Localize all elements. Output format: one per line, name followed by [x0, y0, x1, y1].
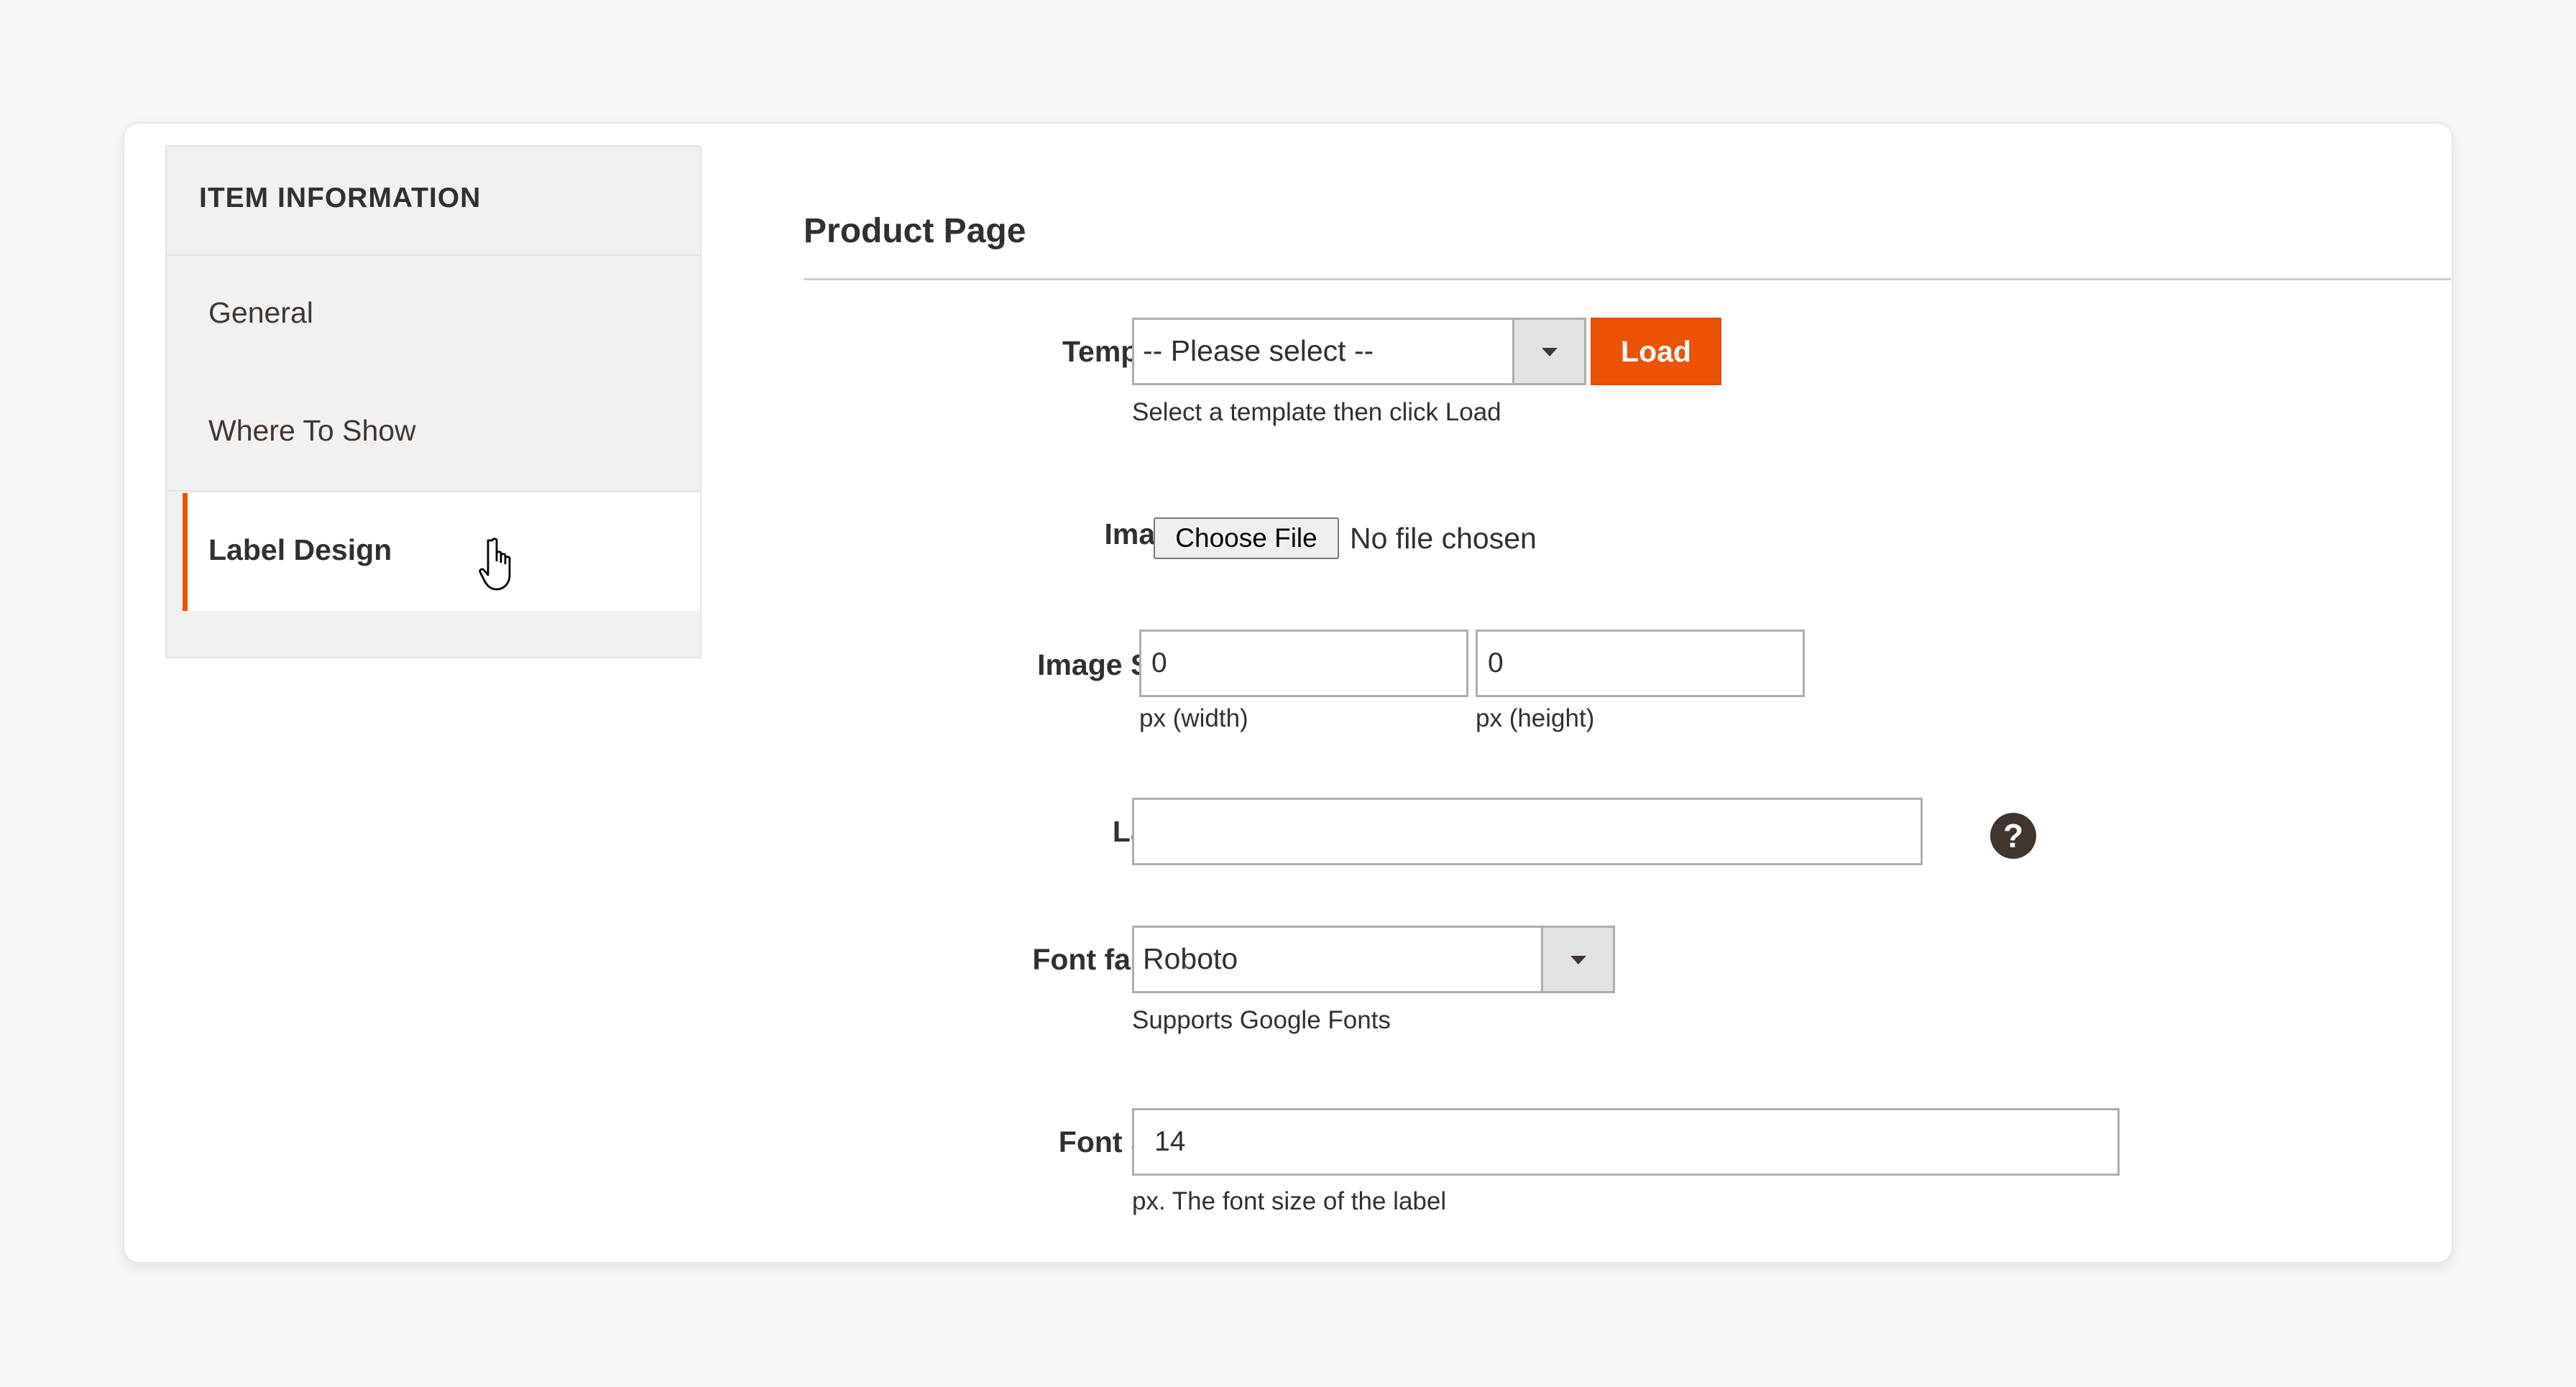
sidebar-header: ITEM INFORMATION [167, 147, 700, 256]
sidebar-item-label: Where To Show [208, 414, 416, 447]
sidebar-item-label-design[interactable]: Label Design [183, 493, 700, 611]
font-size-input[interactable]: 14 [1132, 1108, 2120, 1176]
label-input[interactable] [1132, 798, 1923, 865]
image-height-value: 0 [1488, 648, 1504, 678]
file-status: No file chosen [1350, 522, 1537, 555]
font-size-value: 14 [1154, 1126, 1186, 1157]
font-family-select-value: Roboto [1143, 942, 1238, 975]
question-circle-icon[interactable]: ? [1990, 813, 2036, 859]
font-family-note: Supports Google Fonts [1132, 1006, 1391, 1034]
sidebar-item-general[interactable]: General [167, 256, 700, 374]
image-width-note: px (width) [1139, 704, 1248, 732]
template-note: Select a template then click Load [1132, 398, 1501, 426]
load-button[interactable]: Load [1591, 318, 1721, 385]
hand-pointer-icon [479, 538, 511, 591]
sidebar-title: ITEM INFORMATION [199, 183, 482, 213]
item-information-panel: ITEM INFORMATION General Where To Show L… [123, 122, 2453, 1263]
template-select[interactable]: -- Please select -- [1132, 318, 1586, 385]
image-width-input[interactable]: 0 [1139, 630, 1468, 697]
template-select-value: -- Please select -- [1143, 334, 1374, 367]
image-height-input[interactable]: 0 [1476, 630, 1805, 697]
image-width-value: 0 [1151, 648, 1167, 678]
section-divider [804, 278, 2451, 280]
image-label: Image [1104, 517, 1190, 550]
sidebar-item-label: General [208, 296, 313, 329]
font-family-select[interactable]: Roboto [1132, 926, 1615, 993]
font-size-note: px. The font size of the label [1132, 1187, 1447, 1215]
chevron-down-icon [1512, 320, 1584, 383]
section-title: Product Page [804, 212, 1026, 250]
choose-file-button[interactable]: Choose File [1154, 517, 1339, 559]
chevron-down-icon [1541, 928, 1613, 991]
sidebar: ITEM INFORMATION General Where To Show L… [165, 145, 702, 658]
image-height-note: px (height) [1476, 704, 1595, 732]
sidebar-item-label: Label Design [208, 533, 392, 566]
sidebar-item-where-to-show[interactable]: Where To Show [167, 374, 700, 492]
